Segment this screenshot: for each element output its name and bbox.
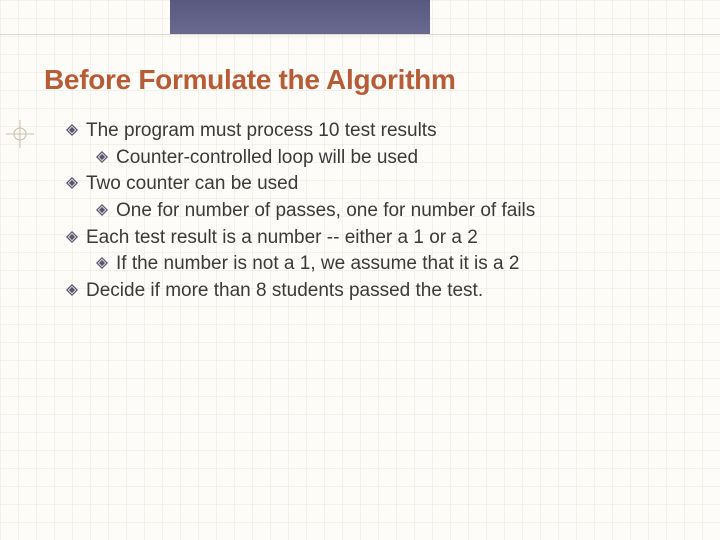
crosshair-decoration (6, 120, 34, 148)
diamond-bullet-icon (66, 231, 78, 243)
diamond-bullet-icon (66, 177, 78, 189)
list-item: The program must process 10 test results (44, 118, 676, 144)
bullet-text: One for number of passes, one for number… (116, 200, 535, 221)
diamond-bullet-icon (96, 151, 108, 163)
list-item: Each test result is a number -- either a… (44, 225, 676, 251)
slide-body: The program must process 10 test results… (44, 118, 676, 304)
bullet-text: Decide if more than 8 students passed th… (86, 280, 483, 301)
diamond-bullet-icon (96, 257, 108, 269)
diamond-bullet-icon (96, 204, 108, 216)
bullet-text: The program must process 10 test results (86, 120, 437, 141)
bullet-text: Two counter can be used (86, 173, 298, 194)
header-band (170, 0, 430, 34)
bullet-text: Counter-controlled loop will be used (116, 147, 418, 168)
list-item: If the number is not a 1, we assume that… (44, 251, 676, 277)
list-item: Counter-controlled loop will be used (44, 145, 676, 171)
bullet-text: If the number is not a 1, we assume that… (116, 253, 519, 274)
diamond-bullet-icon (66, 284, 78, 296)
diamond-bullet-icon (66, 124, 78, 136)
list-item: Two counter can be used (44, 171, 676, 197)
slide-title: Before Formulate the Algorithm (44, 64, 456, 96)
header-underline (0, 34, 720, 35)
list-item: One for number of passes, one for number… (44, 198, 676, 224)
list-item: Decide if more than 8 students passed th… (44, 278, 676, 304)
bullet-text: Each test result is a number -- either a… (86, 227, 478, 248)
